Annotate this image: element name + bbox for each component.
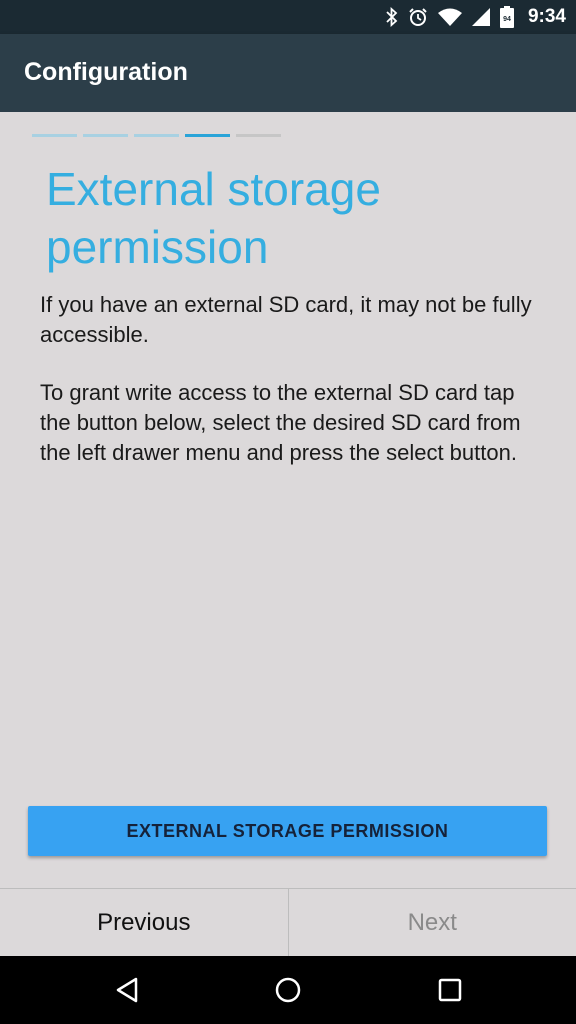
step-indicator-current (185, 134, 230, 137)
navigation-bar (0, 956, 576, 1024)
battery-icon: 94 (499, 6, 514, 28)
status-icons: 94 9:34 (386, 0, 566, 34)
home-icon[interactable] (274, 976, 302, 1009)
previous-button[interactable]: Previous (0, 889, 289, 957)
page-heading: External storage permission (46, 163, 381, 273)
back-icon[interactable] (114, 976, 140, 1009)
status-bar: 94 9:34 (0, 0, 576, 34)
app-bar: Configuration (0, 34, 576, 112)
wizard-content: External storage permission If you have … (0, 112, 576, 888)
wizard-footer: Previous Next (0, 888, 576, 957)
battery-level: 94 (503, 16, 511, 23)
step-progress (32, 134, 281, 137)
step-indicator (83, 134, 128, 137)
description-paragraph: To grant write access to the external SD… (40, 380, 521, 465)
bluetooth-icon (386, 7, 398, 27)
step-indicator (32, 134, 77, 137)
description-paragraph: If you have an external SD card, it may … (40, 292, 532, 347)
step-indicator (134, 134, 179, 137)
app-title: Configuration (24, 58, 188, 86)
recents-icon[interactable] (437, 976, 463, 1009)
external-storage-permission-button[interactable]: EXTERNAL STORAGE PERMISSION (28, 806, 547, 856)
description: If you have an external SD card, it may … (40, 290, 550, 496)
alarm-icon (408, 7, 428, 27)
status-time: 9:34 (527, 6, 566, 27)
signal-icon (471, 8, 490, 26)
step-indicator (236, 134, 281, 137)
next-button[interactable]: Next (289, 889, 576, 957)
wifi-icon (437, 8, 462, 26)
